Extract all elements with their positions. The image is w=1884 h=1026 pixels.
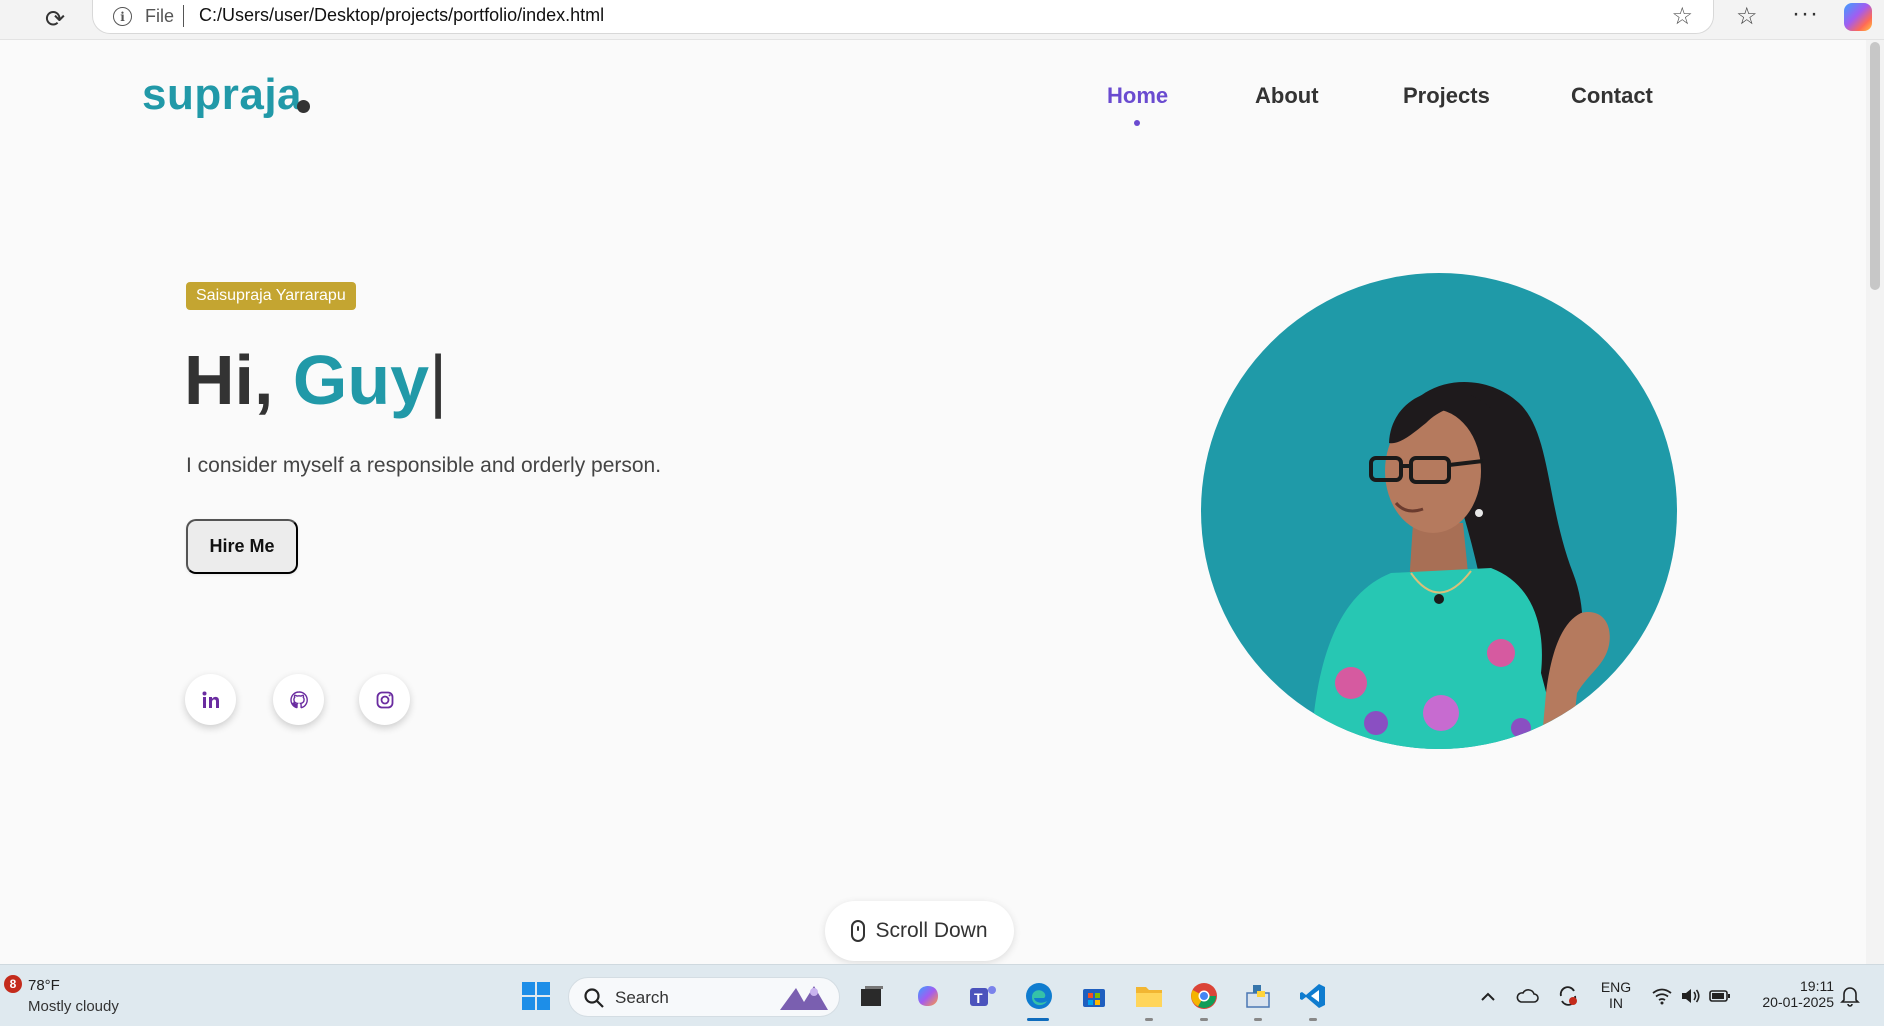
github-icon xyxy=(289,690,308,708)
profile-photo xyxy=(1201,273,1677,749)
more-options-icon[interactable]: ··· xyxy=(1792,0,1819,28)
show-hidden-icons-chevron-icon[interactable] xyxy=(1472,980,1504,1012)
svg-text:T: T xyxy=(974,990,983,1006)
scrollbar-thumb[interactable] xyxy=(1870,42,1880,290)
nav-projects[interactable]: Projects xyxy=(1403,83,1490,109)
nav-active-indicator xyxy=(1134,120,1140,126)
profile-illustration xyxy=(1311,381,1610,749)
sync-icon[interactable] xyxy=(1552,980,1584,1012)
instagram-icon xyxy=(376,691,393,708)
weather-temperature: 78°F xyxy=(28,977,60,994)
nav-home[interactable]: Home xyxy=(1107,83,1168,109)
info-icon[interactable]: i xyxy=(113,7,132,26)
typing-cursor: | xyxy=(429,341,448,419)
clock-time: 19:11 xyxy=(1800,978,1834,994)
installer-open-indicator xyxy=(1254,1018,1262,1021)
instagram-link[interactable] xyxy=(359,674,410,725)
region-code: IN xyxy=(1609,995,1623,1011)
search-icon xyxy=(584,988,604,1008)
edge-active-indicator xyxy=(1027,1018,1049,1021)
nav-contact[interactable]: Contact xyxy=(1571,83,1653,109)
url-text[interactable]: C:/Users/user/Desktop/projects/portfolio… xyxy=(199,5,604,26)
greeting-prefix: Hi, xyxy=(184,341,274,419)
hire-me-button[interactable]: Hire Me xyxy=(186,519,298,574)
clock[interactable]: 19:11 20-01-2025 xyxy=(1750,978,1834,1010)
address-bar[interactable]: i File C:/Users/user/Desktop/projects/po… xyxy=(92,0,1714,34)
clock-date: 20-01-2025 xyxy=(1762,994,1834,1010)
edge-browser-icon[interactable] xyxy=(1023,980,1055,1012)
search-label: Search xyxy=(615,988,669,1007)
name-badge: Saisupraja Yarrarapu xyxy=(186,282,356,310)
file-explorer-icon[interactable] xyxy=(1133,980,1165,1012)
language-indicator[interactable]: ENG IN xyxy=(1600,979,1632,1011)
linkedin-icon xyxy=(202,691,219,708)
copilot-icon[interactable] xyxy=(1844,3,1872,31)
nav-about[interactable]: About xyxy=(1255,83,1319,109)
teams-icon[interactable]: T xyxy=(967,980,999,1012)
vscode-open-indicator xyxy=(1309,1018,1317,1021)
greeting-name: Guy xyxy=(292,341,430,419)
favorite-star-icon[interactable]: ☆ xyxy=(1671,2,1693,30)
taskbar: 8 78°F Mostly cloudy Search T ENG IN 19:… xyxy=(0,964,1884,1026)
copilot-app-icon[interactable] xyxy=(912,980,944,1012)
reload-icon[interactable]: ⟳ xyxy=(38,2,72,36)
mouse-icon xyxy=(851,920,866,942)
address-separator xyxy=(183,5,184,27)
language-code: ENG xyxy=(1600,979,1632,995)
chrome-open-indicator xyxy=(1200,1018,1208,1021)
hero-heading: Hi, Guy| xyxy=(184,340,447,420)
onedrive-cloud-icon[interactable] xyxy=(1511,980,1543,1012)
explorer-open-indicator xyxy=(1145,1018,1153,1021)
chrome-icon[interactable] xyxy=(1188,980,1220,1012)
scroll-down-button[interactable]: Scroll Down xyxy=(825,901,1014,961)
wifi-icon[interactable] xyxy=(1646,980,1678,1012)
page-scrollbar[interactable] xyxy=(1866,40,1884,964)
volume-icon[interactable] xyxy=(1675,980,1707,1012)
weather-condition: Mostly cloudy xyxy=(28,998,119,1015)
windows-start-icon[interactable] xyxy=(520,980,552,1012)
browser-toolbar: ⟳ i File C:/Users/user/Desktop/projects/… xyxy=(0,0,1884,40)
search-highlight-icon xyxy=(780,986,828,1010)
favorites-icon[interactable]: ☆ xyxy=(1736,2,1758,30)
address-prefix: File xyxy=(145,6,175,26)
weather-alert-badge: 8 xyxy=(4,975,22,993)
task-view-icon[interactable] xyxy=(856,980,888,1012)
vscode-icon[interactable] xyxy=(1297,980,1329,1012)
battery-icon[interactable] xyxy=(1704,980,1736,1012)
notifications-bell-icon[interactable] xyxy=(1834,980,1866,1012)
python-installer-icon[interactable] xyxy=(1242,980,1274,1012)
scroll-down-label: Scroll Down xyxy=(875,919,988,942)
github-link[interactable] xyxy=(273,674,324,725)
hero-tagline: I consider myself a responsible and orde… xyxy=(186,454,662,477)
linkedin-link[interactable] xyxy=(185,674,236,725)
site-logo[interactable]: supraja xyxy=(142,70,302,120)
taskbar-search[interactable]: Search xyxy=(568,977,840,1017)
store-icon[interactable] xyxy=(1078,980,1110,1012)
logo-dot xyxy=(297,100,310,113)
